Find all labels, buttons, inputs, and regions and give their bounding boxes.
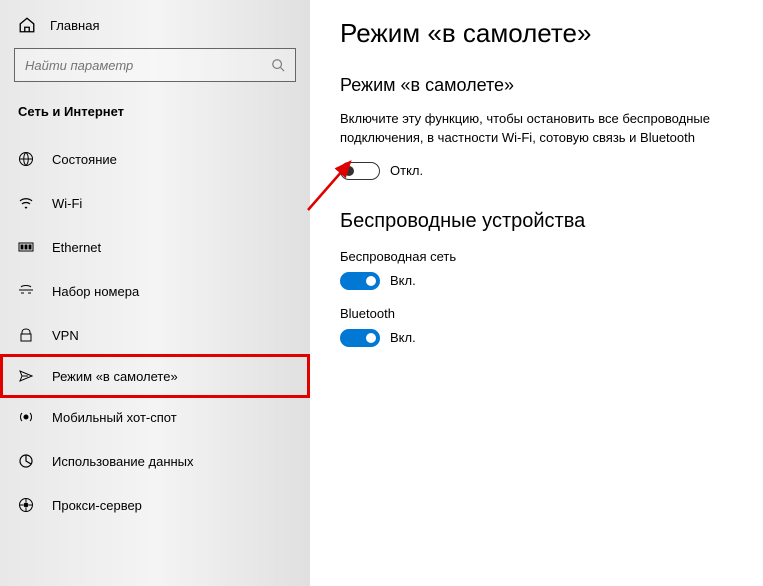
airplane-toggle-state: Откл. <box>390 163 423 178</box>
sidebar-item-datausage[interactable]: Использование данных <box>0 439 310 483</box>
sidebar-item-airplane[interactable]: Режим «в самолете» <box>0 354 310 398</box>
search-input-container[interactable] <box>14 48 296 82</box>
sidebar-item-label: VPN <box>52 328 79 343</box>
sidebar-item-vpn[interactable]: VPN <box>0 313 310 357</box>
sidebar-item-label: Мобильный хот-спот <box>52 410 177 425</box>
wifi-toggle-state: Вкл. <box>390 273 416 288</box>
search-input[interactable] <box>25 58 225 73</box>
category-title: Сеть и Интернет <box>0 96 310 137</box>
sidebar-item-label: Wi-Fi <box>52 196 82 211</box>
wifi-toggle[interactable] <box>340 272 380 290</box>
bluetooth-toggle-state: Вкл. <box>390 330 416 345</box>
search-icon <box>271 58 285 72</box>
bluetooth-block: Bluetooth Вкл. <box>340 306 743 347</box>
airplane-heading: Режим «в самолете» <box>340 75 743 96</box>
proxy-icon <box>18 497 34 513</box>
airplane-description: Включите эту функцию, чтобы остановить в… <box>340 110 730 148</box>
globe-icon <box>18 151 34 167</box>
sidebar-item-dialup[interactable]: Набор номера <box>0 269 310 313</box>
bluetooth-label: Bluetooth <box>340 306 743 321</box>
home-label: Главная <box>50 18 99 33</box>
vpn-icon <box>18 327 34 343</box>
wifi-label: Беспроводная сеть <box>340 249 743 264</box>
wireless-heading: Беспроводные устройства <box>340 210 743 233</box>
sidebar-item-wifi[interactable]: Wi-Fi <box>0 181 310 225</box>
main-content: Режим «в самолете» Режим «в самолете» Вк… <box>310 0 763 586</box>
airplane-icon <box>18 368 34 384</box>
airplane-toggle[interactable] <box>340 162 380 180</box>
sidebar-item-proxy[interactable]: Прокси-сервер <box>0 483 310 527</box>
sidebar-item-status[interactable]: Состояние <box>0 137 310 181</box>
sidebar-item-label: Использование данных <box>52 454 194 469</box>
page-title: Режим «в самолете» <box>340 18 743 49</box>
home-link[interactable]: Главная <box>0 10 310 48</box>
sidebar-item-label: Состояние <box>52 152 117 167</box>
sidebar-item-hotspot[interactable]: Мобильный хот-спот <box>0 395 310 439</box>
sidebar-item-label: Режим «в самолете» <box>52 369 178 384</box>
bluetooth-toggle[interactable] <box>340 329 380 347</box>
sidebar-item-label: Набор номера <box>52 284 139 299</box>
dialup-icon <box>18 283 34 299</box>
datausage-icon <box>18 453 34 469</box>
settings-sidebar: Главная Сеть и Интернет Состояние Wi-Fi … <box>0 0 310 586</box>
hotspot-icon <box>18 409 34 425</box>
sidebar-item-label: Прокси-сервер <box>52 498 142 513</box>
sidebar-item-ethernet[interactable]: Ethernet <box>0 225 310 269</box>
sidebar-item-label: Ethernet <box>52 240 101 255</box>
home-icon <box>18 16 36 34</box>
airplane-toggle-row: Откл. <box>340 162 743 180</box>
wifi-block: Беспроводная сеть Вкл. <box>340 249 743 290</box>
wifi-icon <box>18 195 34 211</box>
ethernet-icon <box>18 239 34 255</box>
